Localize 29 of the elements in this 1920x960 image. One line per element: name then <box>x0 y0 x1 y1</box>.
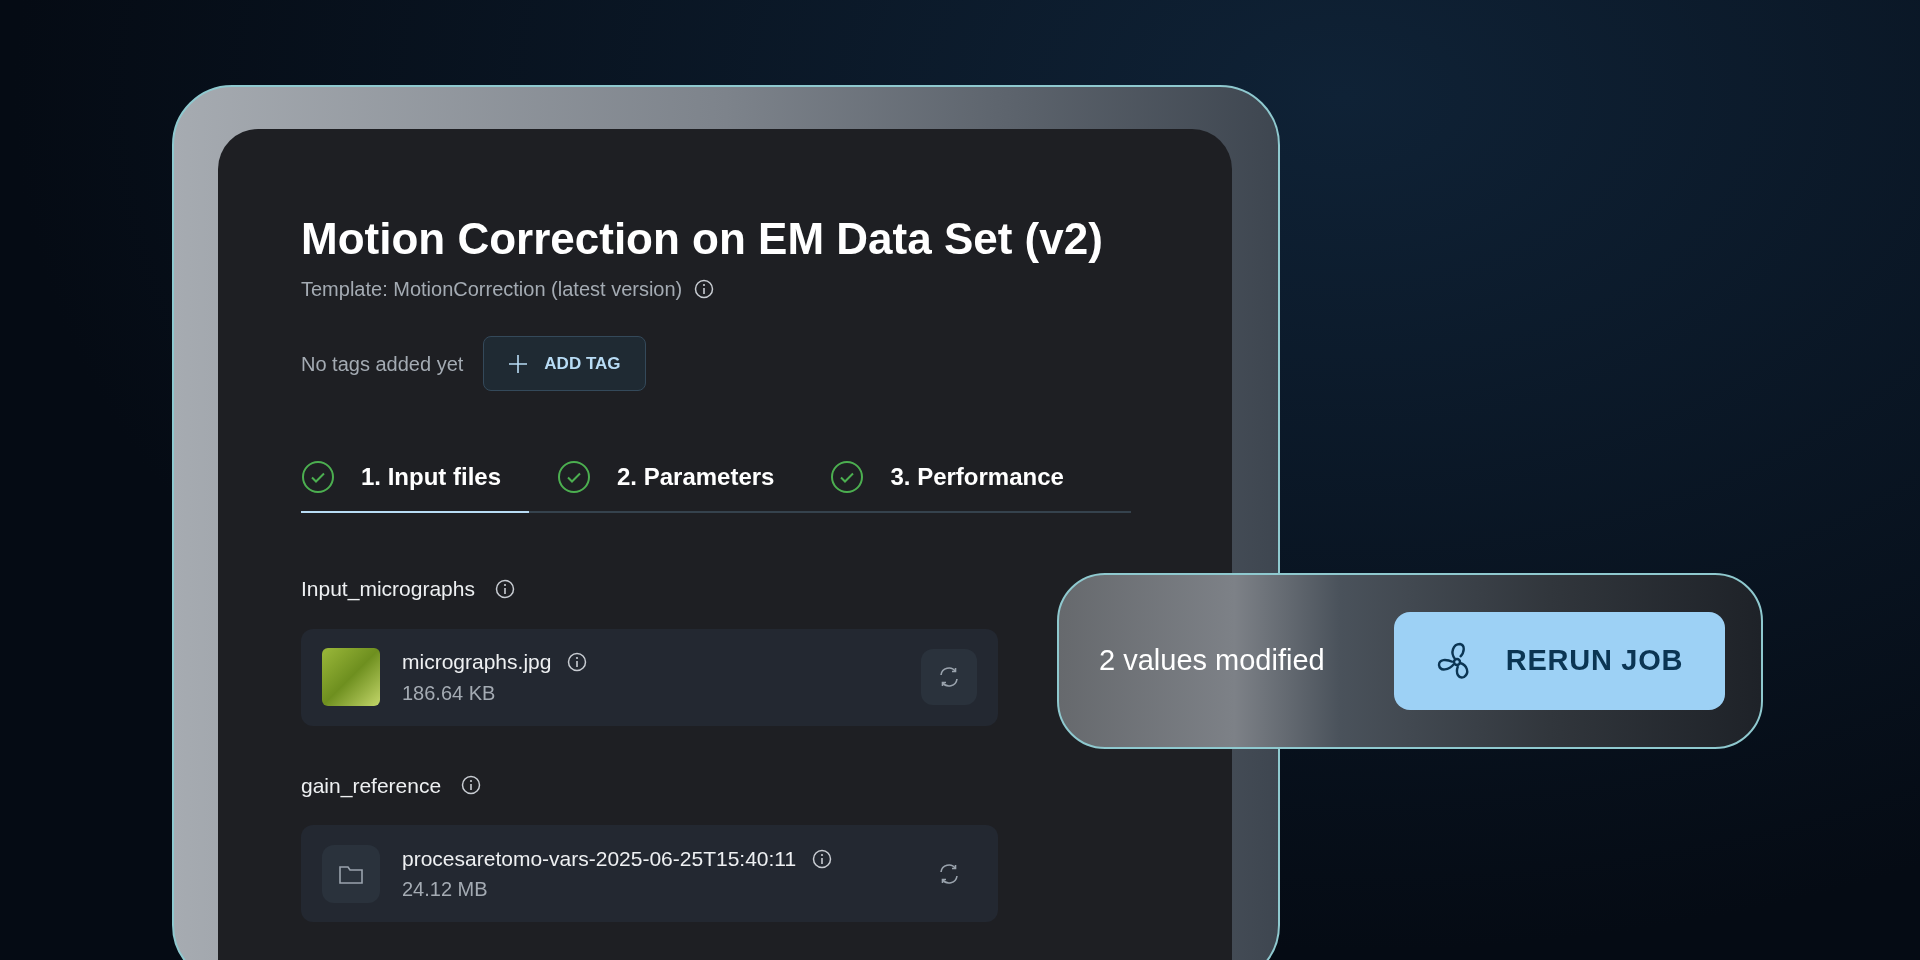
modified-count-text: 2 values modified <box>1099 643 1325 679</box>
info-icon[interactable] <box>494 578 515 599</box>
step-tab[interactable]: 3. Performance <box>802 455 1092 513</box>
template-text: Template: MotionCorrection (latest version) <box>301 277 683 302</box>
step-tab[interactable]: 2. Parameters <box>529 455 803 513</box>
replace-button[interactable] <box>921 649 977 705</box>
plus-icon <box>508 353 529 374</box>
no-tags-text: No tags added yet <box>301 351 464 377</box>
rerun-job-button[interactable]: RERUN JOB <box>1394 612 1725 710</box>
job-title: Motion Correction on EM Data Set (v2) <box>301 213 1104 265</box>
file-size: 186.64 KB <box>402 680 497 706</box>
file-name: procesaretomo-vars-2025-06-25T15:40:11 <box>402 845 797 872</box>
info-icon[interactable] <box>461 775 482 796</box>
refresh-icon <box>937 665 961 689</box>
check-circle-icon <box>301 460 335 494</box>
info-icon[interactable] <box>694 279 715 299</box>
input-label: Input_micrographs <box>301 576 475 603</box>
check-circle-icon <box>830 460 865 494</box>
file-name: micrographs.jpg <box>402 649 552 676</box>
step-tab[interactable]: 1. Input files <box>301 455 529 513</box>
info-icon[interactable] <box>567 652 588 672</box>
file-size: 24.12 MB <box>402 877 489 903</box>
check-circle-icon <box>557 460 591 494</box>
folder-icon <box>322 844 380 903</box>
add-tag-button[interactable]: ADD TAG <box>483 336 646 391</box>
refresh-icon <box>937 861 961 886</box>
input-label: gain_reference <box>301 772 442 800</box>
info-icon[interactable] <box>812 848 833 869</box>
photo-placeholder <box>322 648 380 706</box>
